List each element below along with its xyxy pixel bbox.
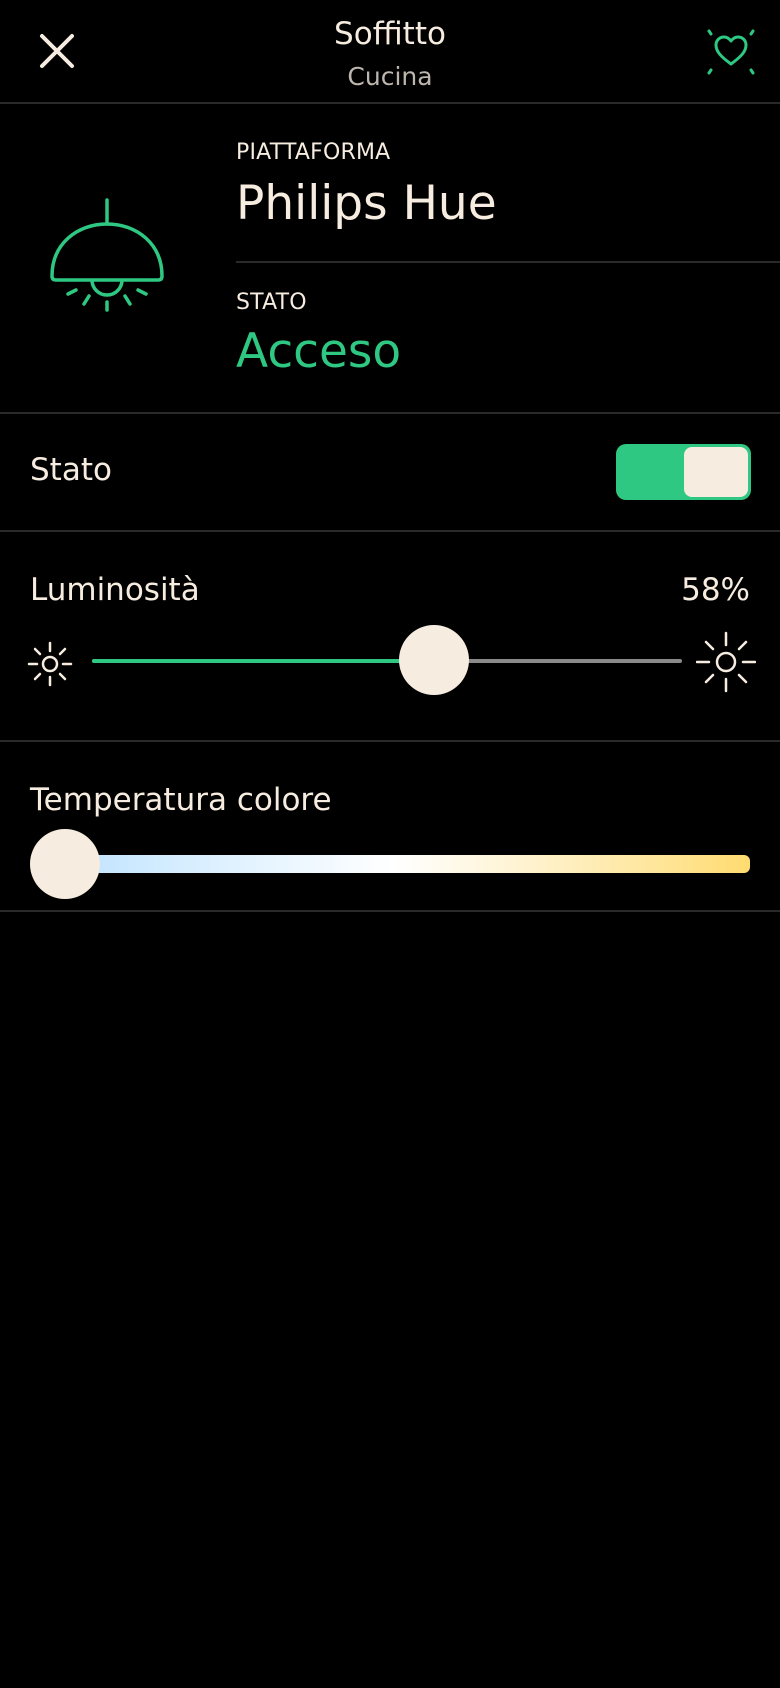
power-toggle-knob: [684, 447, 748, 497]
header-divider: [0, 102, 780, 104]
sun-small-icon: [26, 640, 74, 688]
power-toggle[interactable]: [616, 444, 751, 500]
sun-large-icon: [695, 630, 757, 694]
platform-label: PIATTAFORMA: [236, 140, 391, 165]
brightness-label: Luminosità: [30, 572, 200, 608]
power-toggle-label: Stato: [30, 452, 112, 488]
heart-sparkle-icon: [707, 29, 755, 75]
brightness-value: 58%: [681, 572, 750, 608]
state-label: STATO: [236, 290, 307, 315]
section-divider: [0, 530, 780, 532]
brightness-slider-thumb[interactable]: [399, 625, 470, 695]
ceiling-lamp-icon: [44, 198, 170, 314]
color-temperature-slider-thumb[interactable]: [30, 829, 100, 899]
section-divider: [0, 910, 780, 912]
brightness-slider[interactable]: [92, 659, 682, 663]
platform-value: Philips Hue: [236, 176, 497, 231]
page-subtitle: Cucina: [347, 62, 433, 91]
favorite-button[interactable]: [706, 28, 756, 76]
color-temperature-label: Temperatura colore: [30, 782, 332, 818]
section-divider: [0, 740, 780, 742]
brightness-slider-fill: [92, 659, 435, 663]
page-title: Soffitto: [334, 16, 446, 52]
state-value: Acceso: [236, 324, 402, 379]
section-divider: [0, 412, 780, 414]
info-divider: [236, 261, 780, 263]
color-temperature-slider[interactable]: [64, 855, 750, 873]
